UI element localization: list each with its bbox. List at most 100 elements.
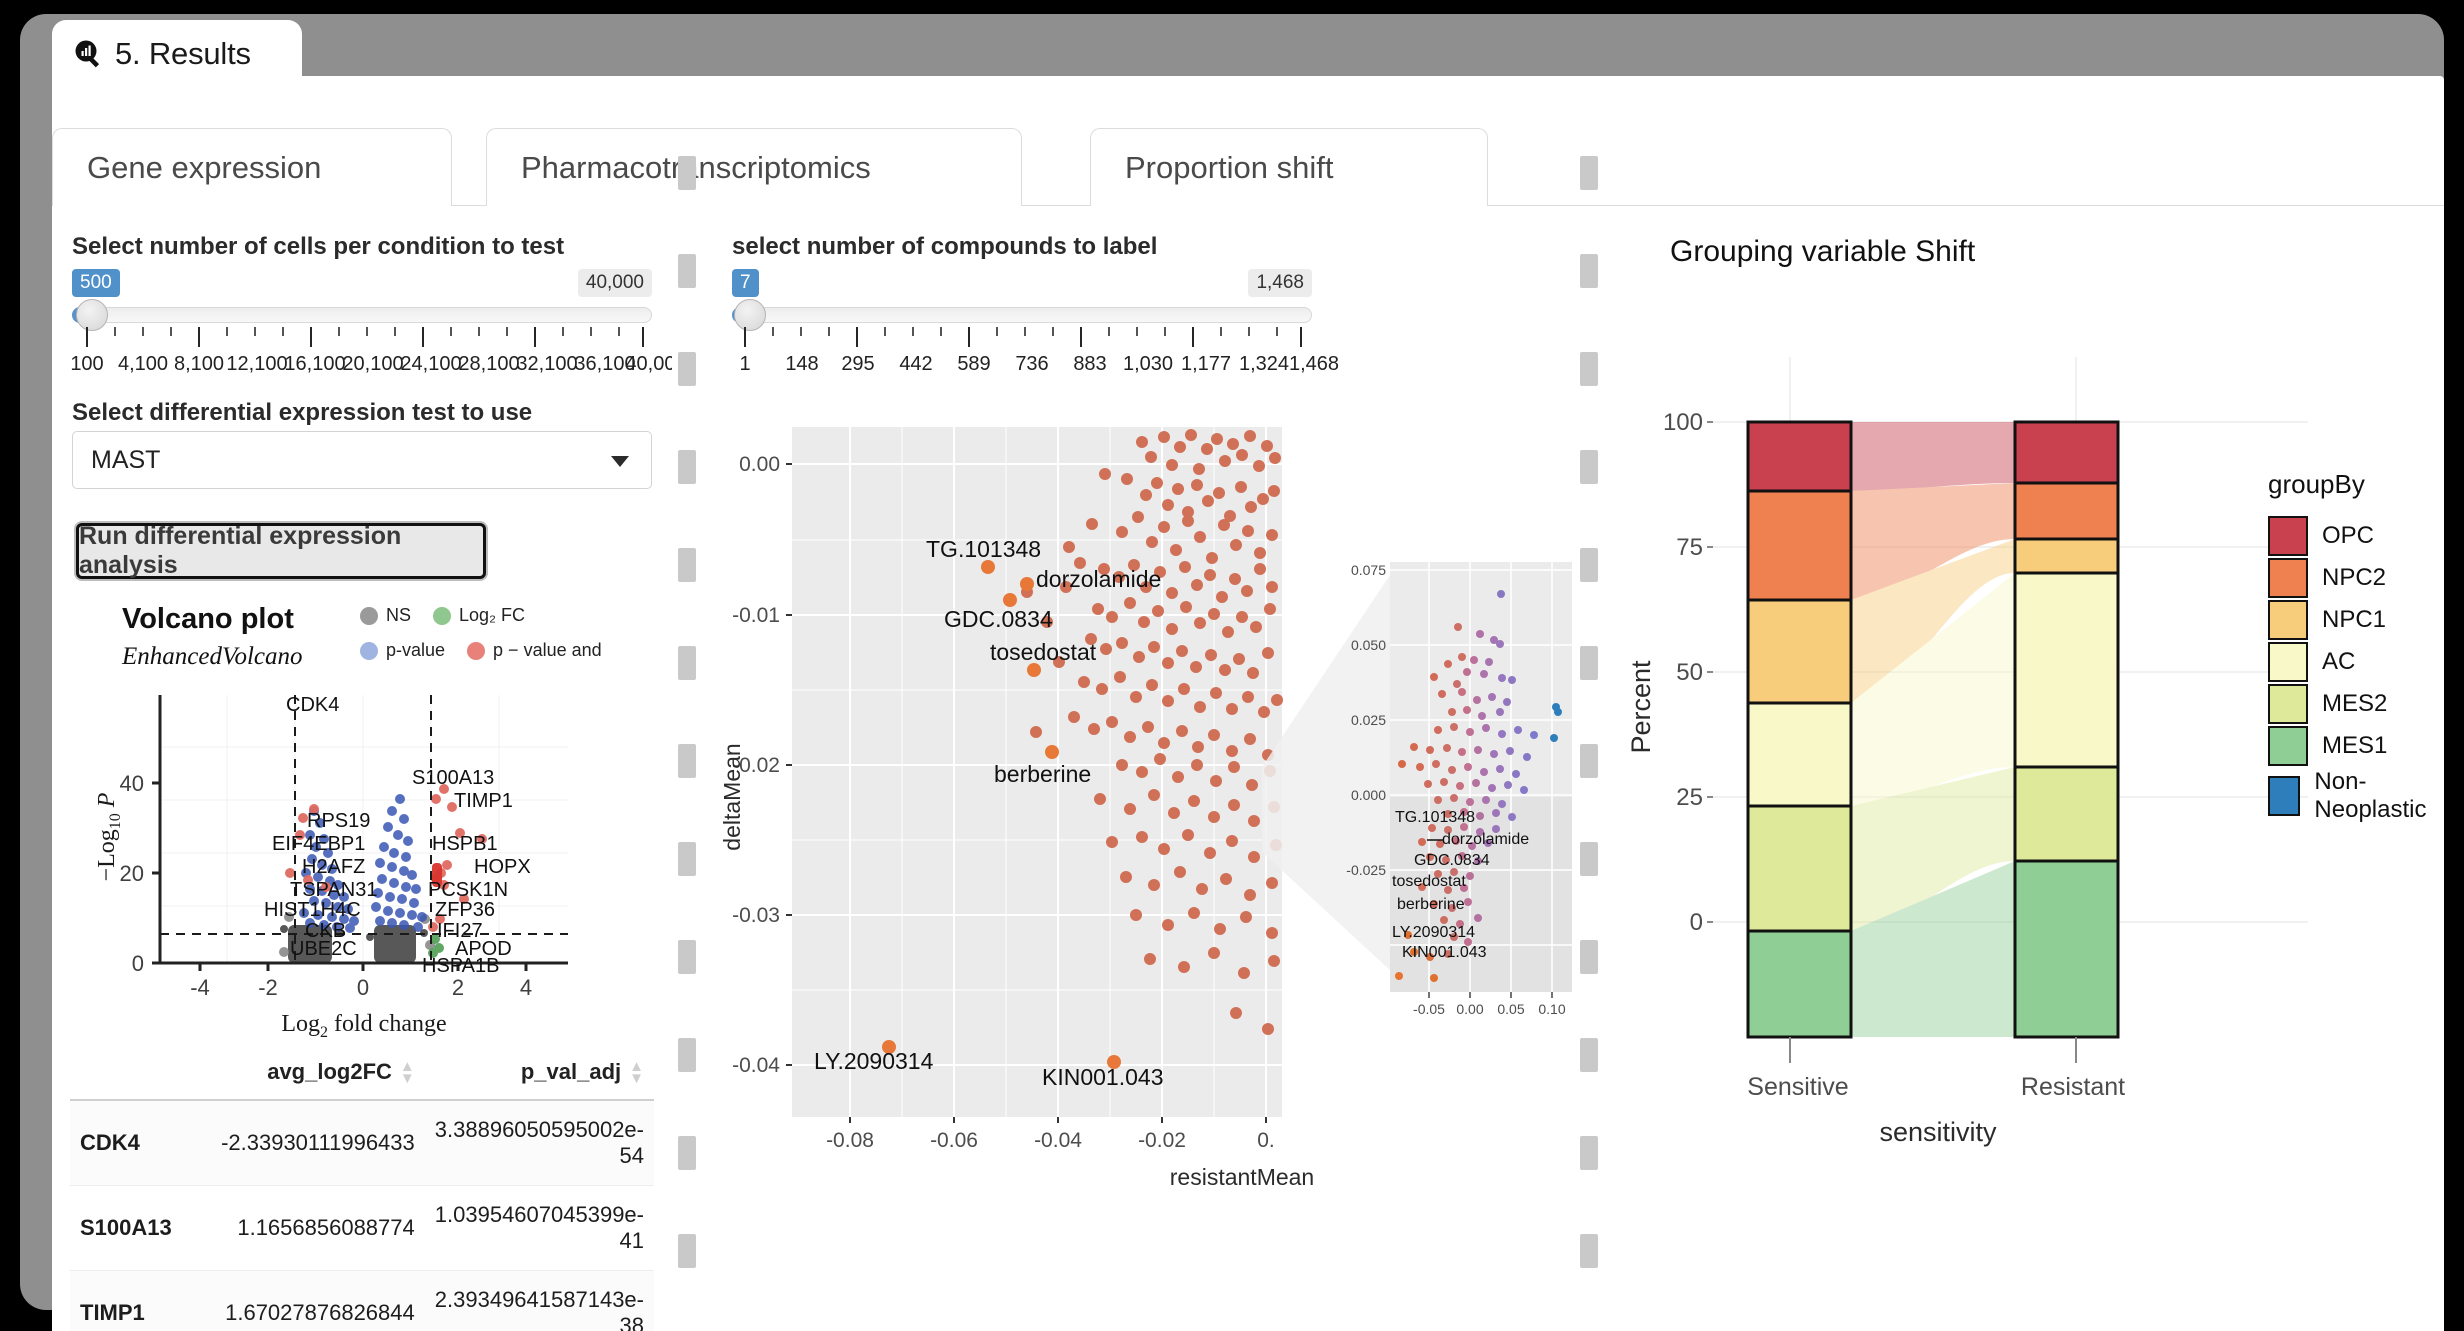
legend-dot-both [467, 642, 485, 660]
tick-label: 1,468 [1289, 353, 1339, 376]
svg-text:berberine: berberine [1397, 896, 1465, 913]
legend-swatch-opc [2268, 516, 2308, 556]
legend-label-npc2: NPC2 [2322, 564, 2386, 592]
svg-text:RPS19: RPS19 [307, 810, 370, 832]
svg-text:TSPAN31: TSPAN31 [290, 879, 377, 901]
svg-text:dorzolamide: dorzolamide [1442, 831, 1529, 848]
tick-label: 4,100 [118, 353, 168, 376]
cells-per-condition-slider[interactable]: 500 40,000 [72, 269, 652, 379]
svg-text:40: 40 [120, 771, 144, 796]
tick-label: 295 [841, 353, 874, 376]
tick-label: 1 [739, 353, 750, 376]
tick-label: 1,030 [1123, 353, 1173, 376]
cell-p-val-adj: 1.03954607045399e-41 [425, 1186, 654, 1271]
tick-label: 100 [70, 353, 103, 376]
tick-label: 8,100 [174, 353, 224, 376]
svg-text:25: 25 [1676, 784, 1703, 811]
cell-gene: TIMP1 [70, 1271, 210, 1331]
browser-tab[interactable]: 5. Results [52, 20, 302, 88]
svg-text:tosedostat: tosedostat [1392, 873, 1466, 890]
svg-text:TIMP1: TIMP1 [454, 790, 513, 812]
svg-text:CDK4: CDK4 [286, 694, 339, 716]
svg-text:0.: 0. [1257, 1129, 1275, 1152]
col-p-val-adj[interactable]: p_val_adj▲▼ [425, 1053, 654, 1100]
point-label: TG.101348 [926, 536, 1041, 562]
tab-proportion-shift[interactable]: Proportion shift [1090, 128, 1488, 206]
table-row[interactable]: CDK4 -2.33930111996433 3.38896050595002e… [70, 1100, 654, 1186]
point-label: GDC.0834 [944, 606, 1053, 632]
svg-text:LY.2090314: LY.2090314 [1392, 924, 1475, 941]
legend-item-npc1[interactable]: NPC1 [2268, 600, 2444, 640]
cells-slider-track[interactable] [72, 307, 652, 323]
svg-text:PCSK1N: PCSK1N [428, 879, 508, 901]
bar-segment-npc1-resistant [2015, 539, 2118, 573]
point-label: LY.2090314 [814, 1048, 934, 1074]
svg-text:0.00: 0.00 [1456, 1001, 1483, 1017]
svg-text:Resistant: Resistant [2021, 1073, 2125, 1101]
svg-text:-0.04: -0.04 [1034, 1129, 1082, 1152]
svg-text:HSPB1: HSPB1 [432, 833, 498, 855]
sort-icon[interactable]: ▲▼ [629, 1061, 644, 1085]
table-row[interactable]: S100A13 1.1656856088774 1.03954607045399… [70, 1186, 654, 1271]
svg-text:-0.025: -0.025 [1346, 862, 1386, 878]
legend-label-log2fc: Log₂ FC [459, 605, 525, 626]
legend-item-npc2[interactable]: NPC2 [2268, 558, 2444, 598]
compounds-to-label-slider[interactable]: 7 1,468 [732, 269, 1312, 379]
compounds-slider-track[interactable] [732, 307, 1312, 323]
svg-text:0: 0 [132, 951, 144, 976]
run-differential-expression-button[interactable]: Run differential expression analysis [76, 523, 486, 579]
legend-label-mes2: MES2 [2322, 690, 2387, 718]
legend-item-mes2[interactable]: MES2 [2268, 684, 2444, 724]
bar-segment-opc-resistant [2015, 422, 2118, 483]
col-avg-log2fc[interactable]: avg_log2FC▲▼ [210, 1053, 425, 1100]
svg-text:0: 0 [357, 975, 369, 1000]
compounds-slider-ticks [732, 327, 1312, 349]
table-row[interactable]: TIMP1 1.67027876826844 2.39349641587143e… [70, 1271, 654, 1331]
groupby-legend-title: groupBy [2268, 469, 2444, 500]
legend-swatch-mes2 [2268, 684, 2308, 724]
svg-text:S100A13: S100A13 [412, 767, 494, 789]
bar-segment-npc2-sensitive [1748, 491, 1851, 600]
tab-gene-expression[interactable]: Gene expression [52, 128, 452, 206]
legend-item-ac[interactable]: AC [2268, 642, 2444, 682]
svg-text:TG.101348: TG.101348 [1395, 809, 1475, 826]
svg-text:0: 0 [1690, 909, 1703, 936]
cell-p-val-adj: 3.38896050595002e-54 [425, 1100, 654, 1186]
bar-segment-npc2-resistant [2015, 483, 2118, 539]
compounds-slider-max-bubble: 1,468 [1248, 269, 1312, 297]
de-test-label: Select differential expression test to u… [72, 399, 532, 427]
tab-bar: Gene expression Pharmacotranscriptomics … [52, 76, 2444, 206]
compounds-slider-label: select number of compounds to label [732, 233, 1157, 261]
legend-item-non-neoplastic[interactable]: Non-Neoplastic [2268, 768, 2444, 824]
tick-label: 24,100 [400, 353, 461, 376]
point-label: tosedostat [990, 639, 1097, 665]
svg-text:HIST1H4C: HIST1H4C [264, 899, 361, 921]
legend-item-opc[interactable]: OPC [2268, 516, 2444, 556]
tab-pharmacotranscriptomics[interactable]: Pharmacotranscriptomics [486, 128, 1022, 206]
svg-text:−Log10 P: −Log10 P [94, 792, 124, 881]
point-label: KIN001.043 [1042, 1064, 1163, 1090]
legend-dot-pvalue [360, 642, 378, 660]
table-header-row: avg_log2FC▲▼ p_val_adj▲▼ [70, 1053, 654, 1100]
tick-label: 1,177 [1181, 353, 1231, 376]
cell-gene: CDK4 [70, 1100, 210, 1186]
legend-item-mes1[interactable]: MES1 [2268, 726, 2444, 766]
svg-text:0.050: 0.050 [1351, 637, 1386, 653]
svg-text:KIN001.043: KIN001.043 [1402, 944, 1487, 961]
cells-slider-label: Select number of cells per condition to … [72, 233, 564, 261]
bar-segment-mes1-sensitive [1748, 931, 1851, 1037]
bar-segment-mes1-resistant [2015, 861, 2118, 1037]
tick-label: 40,000 [625, 353, 672, 376]
cells-slider-max-bubble: 40,000 [578, 269, 652, 297]
svg-text:-0.08: -0.08 [826, 1129, 874, 1152]
tick-label: 1,324 [1239, 353, 1289, 376]
sort-icon[interactable]: ▲▼ [400, 1061, 415, 1085]
bar-segment-ac-resistant [2015, 573, 2118, 767]
volcano-plot-subtitle: EnhancedVolcano [122, 643, 303, 671]
svg-text:EIF4EBP1: EIF4EBP1 [272, 833, 365, 855]
tick-label: 32,100 [516, 353, 577, 376]
cell-p-val-adj: 2.39349641587143e-38 [425, 1271, 654, 1331]
cell-avg-log2fc: 1.67027876826844 [210, 1271, 425, 1331]
legend-dot-ns [360, 607, 378, 625]
de-test-select[interactable]: MAST [72, 431, 652, 489]
